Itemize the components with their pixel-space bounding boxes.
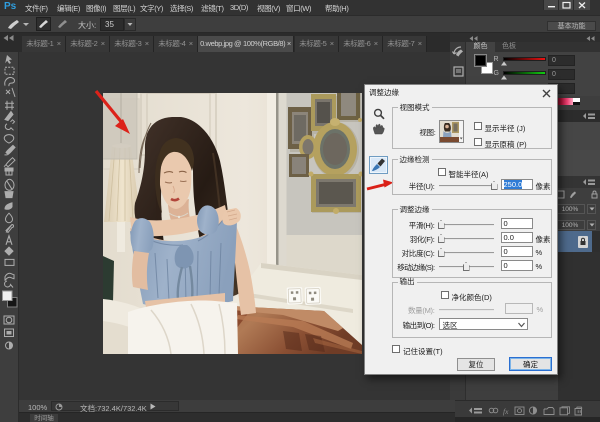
svg-text:fx: fx xyxy=(503,407,509,416)
